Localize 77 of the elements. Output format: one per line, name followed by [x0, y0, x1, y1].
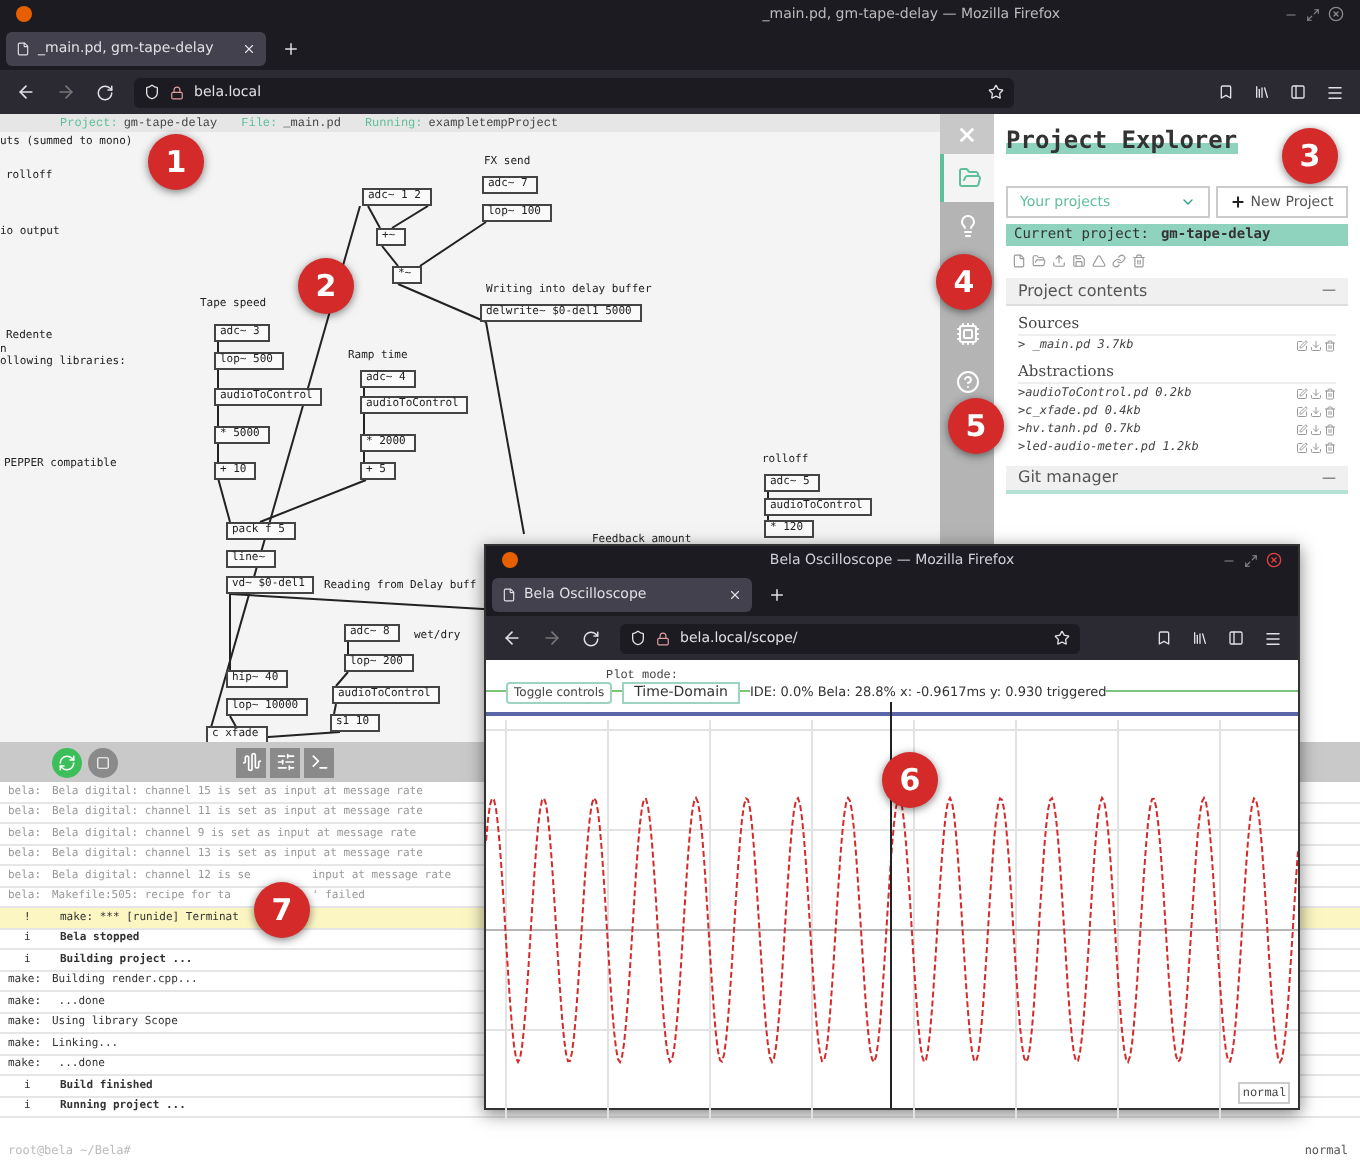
- edit-icon[interactable]: [1296, 339, 1308, 351]
- download-icon[interactable]: [1310, 441, 1322, 453]
- reload-icon[interactable]: [582, 629, 600, 647]
- sliders-icon: [275, 752, 295, 772]
- page-icon: [502, 588, 516, 602]
- close-icon[interactable]: [1266, 552, 1282, 568]
- edit-icon[interactable]: [1296, 405, 1308, 417]
- new-tab-icon[interactable]: [768, 586, 786, 604]
- firefox-logo-icon: [502, 552, 518, 568]
- bookmark-icon[interactable]: [1218, 84, 1234, 100]
- new-file-icon[interactable]: [1012, 254, 1026, 268]
- close-panel-button[interactable]: [940, 114, 994, 154]
- stop-button[interactable]: [88, 747, 118, 777]
- reload-icon[interactable]: [96, 83, 114, 101]
- download-icon[interactable]: [1310, 339, 1322, 351]
- section-title: Project contents: [1018, 279, 1148, 303]
- new-tab-icon[interactable]: [282, 40, 300, 58]
- upload-icon[interactable]: [1052, 254, 1066, 268]
- menu-icon[interactable]: [1326, 83, 1344, 101]
- forward-icon[interactable]: [56, 82, 76, 102]
- terminal-button[interactable]: [304, 747, 334, 777]
- folder-icon[interactable]: [1032, 254, 1046, 268]
- triangle-icon[interactable]: [1092, 254, 1106, 268]
- back-icon[interactable]: [16, 82, 36, 102]
- library-icon[interactable]: [1254, 84, 1270, 100]
- link-icon[interactable]: [1112, 254, 1126, 268]
- edit-icon[interactable]: [1296, 441, 1308, 453]
- menu-icon[interactable]: [1264, 629, 1282, 647]
- lock-icon: [656, 631, 670, 645]
- trash-icon[interactable]: [1324, 405, 1336, 417]
- close-icon[interactable]: [1328, 6, 1344, 22]
- edit-icon[interactable]: [1296, 423, 1308, 435]
- dropdown-caret-icon: [1180, 194, 1196, 210]
- lock-icon: [170, 85, 184, 99]
- terminal-icon: [309, 752, 329, 772]
- lightbulb-icon: [955, 214, 979, 238]
- trash-icon[interactable]: [1324, 339, 1336, 351]
- trash-icon[interactable]: [1324, 423, 1336, 435]
- download-icon[interactable]: [1310, 387, 1322, 399]
- edit-icon[interactable]: [1296, 387, 1308, 399]
- download-icon[interactable]: [1310, 423, 1322, 435]
- plus-icon: [1230, 194, 1247, 210]
- sidebar-icon[interactable]: [1228, 630, 1244, 646]
- page-icon: [16, 42, 30, 56]
- patch-cord: [381, 245, 399, 267]
- trash-icon[interactable]: [1324, 441, 1336, 453]
- run-button[interactable]: [52, 747, 82, 777]
- chip-icon: [955, 322, 979, 346]
- maximize-icon[interactable]: [1306, 7, 1320, 21]
- download-icon[interactable]: [1310, 405, 1322, 417]
- close-tab-icon[interactable]: [728, 588, 742, 602]
- firefox-logo-icon: [16, 6, 32, 22]
- controls-button[interactable]: [270, 747, 300, 777]
- save-icon[interactable]: [1072, 254, 1086, 268]
- maximize-icon[interactable]: [1244, 553, 1258, 567]
- close-icon: [956, 123, 978, 145]
- shield-icon: [144, 84, 160, 100]
- close-tab-icon[interactable]: [242, 42, 256, 56]
- back-icon[interactable]: [502, 628, 522, 648]
- scope-button[interactable]: [236, 747, 266, 777]
- trash-icon[interactable]: [1324, 387, 1336, 399]
- bookmark-star-icon[interactable]: [988, 84, 1004, 100]
- help-icon: [955, 370, 979, 394]
- shield-icon: [630, 630, 646, 646]
- trash-icon[interactable]: [1132, 254, 1146, 268]
- panel-title: Project Explorer: [1006, 126, 1238, 154]
- bookmark-icon[interactable]: [1156, 630, 1172, 646]
- waveform-icon: [241, 752, 261, 772]
- folder-icon: [957, 166, 981, 190]
- patch-cord: [367, 206, 381, 229]
- section-title: Git manager: [1018, 466, 1119, 490]
- library-icon[interactable]: [1192, 630, 1208, 646]
- stop-icon: [96, 755, 110, 769]
- forward-icon[interactable]: [542, 628, 562, 648]
- bookmark-star-icon[interactable]: [1054, 630, 1070, 646]
- sidebar-icon[interactable]: [1290, 84, 1306, 100]
- refresh-icon: [58, 753, 76, 771]
